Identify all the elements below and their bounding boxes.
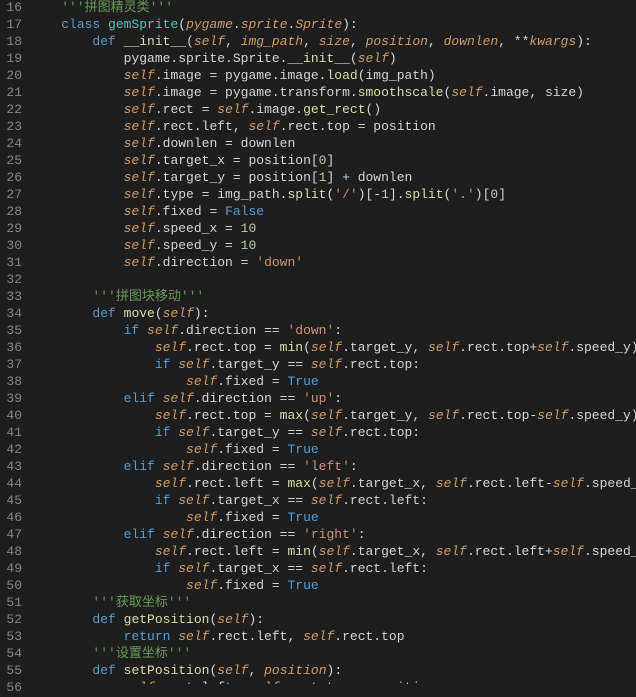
line-number: 39 [4,391,22,408]
line-number: 38 [4,374,22,391]
line-number: 41 [4,425,22,442]
code-line[interactable]: self.image = pygame.image.load(img_path) [30,68,636,85]
line-number: 17 [4,17,22,34]
line-number: 55 [4,663,22,680]
code-line[interactable]: def getPosition(self): [30,612,636,629]
line-number: 49 [4,561,22,578]
line-number: 40 [4,408,22,425]
code-line[interactable]: self.rect.left = max(self.target_x, self… [30,476,636,493]
code-line[interactable]: return self.rect.left, self.rect.top [30,629,636,646]
line-number: 43 [4,459,22,476]
line-number: 35 [4,323,22,340]
line-number: 36 [4,340,22,357]
code-line[interactable]: def setPosition(self, position): [30,663,636,680]
code-line[interactable]: self.downlen = downlen [30,136,636,153]
code-line[interactable]: self.fixed = True [30,442,636,459]
code-line[interactable]: self.fixed = True [30,578,636,595]
line-number: 21 [4,85,22,102]
code-line[interactable]: '''拼图块移动''' [30,289,636,306]
code-line[interactable]: if self.target_x == self.rect.left: [30,493,636,510]
code-line[interactable]: if self.direction == 'down': [30,323,636,340]
line-number: 54 [4,646,22,663]
line-number: 42 [4,442,22,459]
line-number: 47 [4,527,22,544]
code-line[interactable]: self.speed_y = 10 [30,238,636,255]
code-line[interactable]: if self.target_y == self.rect.top: [30,357,636,374]
code-line[interactable]: self.fixed = True [30,374,636,391]
code-line[interactable]: self.speed_x = 10 [30,221,636,238]
code-editor-content[interactable]: '''拼图精灵类''' class gemSprite(pygame.sprit… [30,0,636,684]
code-line[interactable]: if self.target_x == self.rect.left: [30,561,636,578]
line-number: 16 [4,0,22,17]
line-number: 37 [4,357,22,374]
code-line[interactable] [30,272,636,289]
code-line[interactable]: self.direction = 'down' [30,255,636,272]
code-line[interactable]: class gemSprite(pygame.sprite.Sprite): [30,17,636,34]
line-number: 28 [4,204,22,221]
code-line[interactable]: self.rect.left = min(self.target_x, self… [30,544,636,561]
code-line[interactable]: if self.target_y == self.rect.top: [30,425,636,442]
line-number: 46 [4,510,22,527]
code-line[interactable]: self.rect.top = min(self.target_y, self.… [30,340,636,357]
code-line[interactable]: pygame.sprite.Sprite.__init__(self) [30,51,636,68]
line-number: 32 [4,272,22,289]
line-number: 33 [4,289,22,306]
line-number: 19 [4,51,22,68]
line-number: 30 [4,238,22,255]
line-number: 53 [4,629,22,646]
line-number: 44 [4,476,22,493]
code-line[interactable]: self.fixed = False [30,204,636,221]
code-line[interactable]: self.rect.left, self.rect.top = position [30,680,636,684]
code-line[interactable]: elif self.direction == 'right': [30,527,636,544]
line-number: 56 [4,680,22,697]
code-line[interactable]: self.image = pygame.transform.smoothscal… [30,85,636,102]
code-line[interactable]: self.target_y = position[1] + downlen [30,170,636,187]
line-number: 45 [4,493,22,510]
line-number: 23 [4,119,22,136]
code-line[interactable]: elif self.direction == 'left': [30,459,636,476]
line-number: 24 [4,136,22,153]
code-line[interactable]: elif self.direction == 'up': [30,391,636,408]
code-line[interactable]: self.type = img_path.split('/')[-1].spli… [30,187,636,204]
code-line[interactable]: def move(self): [30,306,636,323]
line-number: 48 [4,544,22,561]
line-number: 51 [4,595,22,612]
line-number: 34 [4,306,22,323]
code-line[interactable]: def __init__(self, img_path, size, posit… [30,34,636,51]
code-line[interactable]: self.target_x = position[0] [30,153,636,170]
line-number: 25 [4,153,22,170]
line-number: 26 [4,170,22,187]
code-line[interactable]: '''设置坐标''' [30,646,636,663]
code-line[interactable]: '''拼图精灵类''' [30,0,636,17]
code-line[interactable]: self.rect = self.image.get_rect() [30,102,636,119]
line-number: 18 [4,34,22,51]
line-number: 22 [4,102,22,119]
code-line[interactable]: '''获取坐标''' [30,595,636,612]
line-number: 20 [4,68,22,85]
line-number: 52 [4,612,22,629]
code-line[interactable]: self.rect.top = max(self.target_y, self.… [30,408,636,425]
line-number: 27 [4,187,22,204]
code-line[interactable]: self.fixed = True [30,510,636,527]
line-number: 31 [4,255,22,272]
line-number: 50 [4,578,22,595]
line-number-gutter: 1617181920212223242526272829303132333435… [0,0,30,684]
line-number: 29 [4,221,22,238]
code-line[interactable]: self.rect.left, self.rect.top = position [30,119,636,136]
